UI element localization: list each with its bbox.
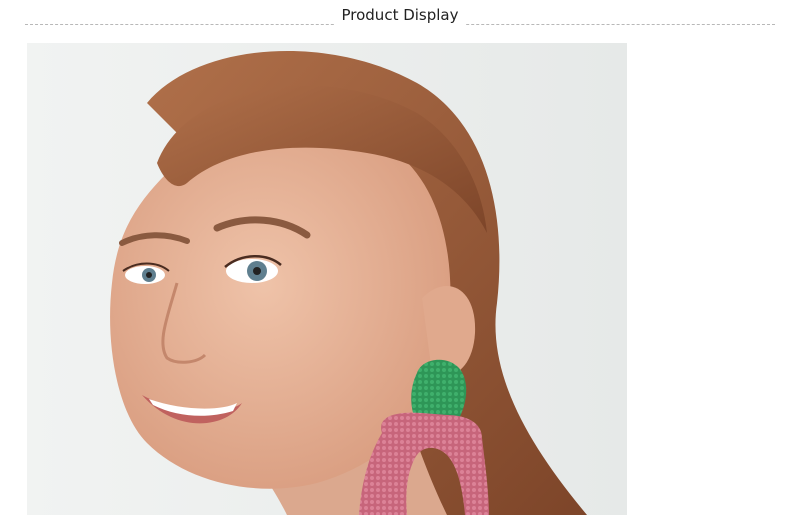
product-display-page: Product Display: [0, 0, 800, 515]
model-photo-illustration: [27, 43, 627, 515]
section-header: Product Display: [25, 0, 775, 30]
section-title: Product Display: [335, 5, 465, 25]
product-photo: [27, 43, 627, 515]
